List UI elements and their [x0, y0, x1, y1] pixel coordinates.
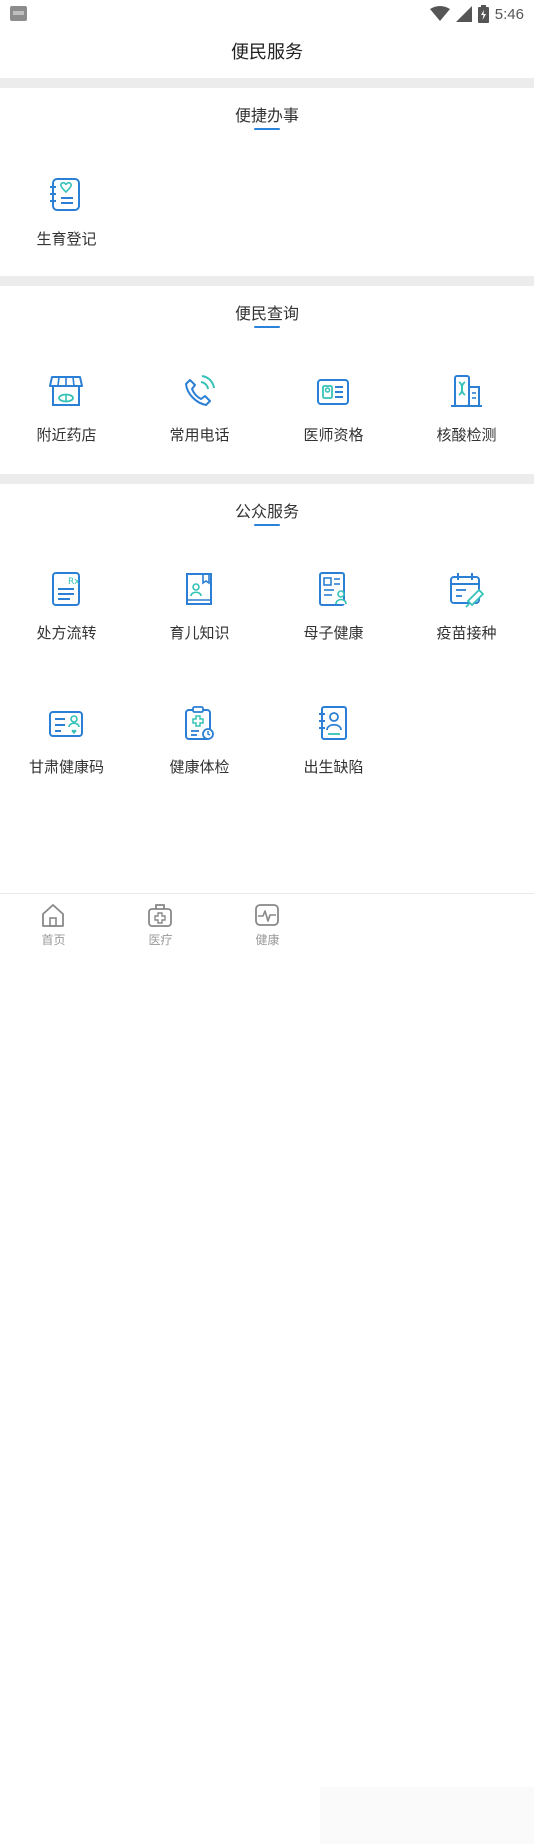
top-nav-bar: 便民服务 [0, 28, 534, 78]
wifi-icon [429, 6, 450, 21]
section-quick-services: 便捷办事 生育登记 [0, 88, 534, 276]
tile-label: 疫苗接种 [436, 624, 497, 642]
signal-icon [455, 6, 472, 22]
vaccine-calendar-icon [450, 573, 484, 608]
tile-label: 健康体检 [169, 758, 230, 776]
section-title-underline [254, 326, 280, 328]
tile-label: 常用电话 [169, 426, 230, 444]
health-code-card-icon [49, 711, 83, 737]
tile-birth-defect[interactable]: 出生缺陷 [267, 704, 400, 814]
tile-label: 生育登记 [36, 230, 97, 248]
tile-label: 核酸检测 [436, 426, 497, 444]
dna-building-icon [451, 375, 482, 407]
tile-label: 医师资格 [303, 426, 364, 444]
tab-label: 医疗 [148, 933, 173, 947]
tile-label: 处方流转 [36, 624, 97, 642]
notification-icon [10, 6, 27, 21]
tab-home[interactable]: 首页 [0, 894, 107, 951]
mother-child-icon [319, 572, 347, 606]
status-icons: 5:46 [429, 2, 524, 26]
bottom-tab-bar: 首页 医疗 健康 [0, 893, 534, 1844]
tile-nucleic-acid-test[interactable]: 核酸检测 [400, 372, 533, 482]
section-convenience-query: 便民查询 附近药店 常用电话 医师资格 核酸检测 [0, 286, 534, 474]
tile-label: 出生缺陷 [303, 758, 364, 776]
heart-document-icon [50, 178, 80, 211]
home-icon [42, 904, 64, 927]
section-divider [0, 78, 534, 88]
status-bar: 5:46 [0, 0, 534, 28]
prescription-icon: Rx [52, 572, 80, 606]
checkup-clipboard-icon [185, 706, 214, 740]
medical-kit-icon [148, 904, 172, 927]
section-divider [0, 474, 534, 484]
tab-medical[interactable]: 医疗 [107, 894, 214, 951]
id-card-icon [317, 379, 349, 405]
pharmacy-icon [49, 376, 83, 406]
battery-icon [477, 5, 489, 23]
tile-common-phone[interactable]: 常用电话 [133, 372, 266, 482]
tile-mother-child-health[interactable]: 母子健康 [267, 570, 400, 680]
tab-label: 首页 [41, 933, 66, 947]
tab-label: 健康 [255, 933, 280, 947]
phone-icon [185, 375, 215, 406]
section-title: 公众服务 [234, 502, 299, 521]
tile-prescription-transfer[interactable]: Rx 处方流转 [0, 570, 133, 680]
clock: 5:46 [494, 5, 524, 23]
section-divider [0, 276, 534, 286]
section-title-underline [254, 128, 280, 130]
tabbar-background-faded [320, 1787, 534, 1844]
tile-label: 育儿知识 [169, 624, 230, 642]
tile-label: 母子健康 [303, 624, 364, 642]
section-title-underline [254, 524, 280, 526]
tile-physician-qualification[interactable]: 医师资格 [267, 372, 400, 482]
birth-defect-icon [319, 706, 347, 740]
tab-health[interactable]: 健康 [214, 894, 321, 951]
tile-vaccination[interactable]: 疫苗接种 [400, 570, 533, 680]
tile-nearby-pharmacy[interactable]: 附近药店 [0, 372, 133, 482]
tile-parenting-knowledge[interactable]: 育儿知识 [133, 570, 266, 680]
tile-health-checkup[interactable]: 健康体检 [133, 704, 266, 814]
svg-text:Rx: Rx [68, 577, 80, 587]
tile-birth-registration[interactable]: 生育登记 [0, 176, 133, 286]
book-icon [186, 573, 212, 605]
tile-label: 甘肃健康码 [28, 758, 104, 776]
section-title: 便捷办事 [234, 106, 299, 125]
page-title: 便民服务 [231, 42, 303, 63]
heartbeat-icon [255, 904, 279, 926]
section-public-services: 公众服务 Rx 处方流转 育儿知识 母子健康 疫苗接种 甘肃健康码 健康体检 出… [0, 484, 534, 884]
section-title: 便民查询 [234, 304, 299, 323]
tile-gansu-health-code[interactable]: 甘肃健康码 [0, 704, 133, 814]
tile-label: 附近药店 [36, 426, 97, 444]
